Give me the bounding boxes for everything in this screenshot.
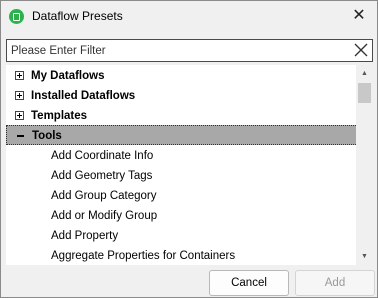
- close-button[interactable]: ✕: [347, 5, 371, 27]
- tree-item-label: Aggregate Properties for Containers: [51, 250, 236, 262]
- tree-group-label: Installed Dataflows: [31, 90, 136, 102]
- collapse-minus-icon[interactable]: [16, 131, 25, 140]
- dataflow-presets-dialog: Dataflow Presets ✕ My Dataflows Installe…: [0, 0, 378, 298]
- tree-item[interactable]: Add or Modify Group: [6, 206, 358, 226]
- scroll-thumb[interactable]: [358, 83, 371, 103]
- scroll-up-arrow-icon[interactable]: ▲: [356, 65, 373, 82]
- tree-group-templates[interactable]: Templates: [6, 106, 358, 126]
- title-bar: Dataflow Presets ✕: [1, 1, 377, 33]
- tree-group-tools[interactable]: Tools: [6, 125, 358, 145]
- filter-input[interactable]: [11, 42, 341, 59]
- clear-filter-icon[interactable]: [353, 42, 369, 58]
- vertical-scrollbar[interactable]: ▲ ▼: [356, 65, 373, 265]
- tree-group-label: Tools: [32, 130, 62, 142]
- tree-item[interactable]: Add Property: [6, 226, 358, 246]
- presets-tree[interactable]: My Dataflows Installed Dataflows Templat…: [6, 65, 373, 265]
- expand-plus-icon[interactable]: [15, 91, 24, 100]
- tree-group-my-dataflows[interactable]: My Dataflows: [6, 66, 358, 86]
- scroll-down-arrow-icon[interactable]: ▼: [356, 248, 373, 265]
- expand-plus-icon[interactable]: [15, 71, 24, 80]
- tree-item[interactable]: Add Geometry Tags: [6, 166, 358, 186]
- expand-plus-icon[interactable]: [15, 111, 24, 120]
- tree-group-installed-dataflows[interactable]: Installed Dataflows: [6, 86, 358, 106]
- tree-item[interactable]: Aggregate Properties for Containers: [6, 246, 358, 265]
- add-button[interactable]: Add: [295, 270, 375, 296]
- tree-item[interactable]: Add Coordinate Info: [6, 146, 358, 166]
- tree-item[interactable]: Add Group Category: [6, 186, 358, 206]
- tree-item-label: Add Geometry Tags: [51, 170, 153, 182]
- tree-group-label: Templates: [31, 110, 88, 122]
- dataflow-app-icon: [9, 9, 24, 24]
- tree-item-label: Add or Modify Group: [51, 210, 158, 222]
- cancel-button[interactable]: Cancel: [209, 270, 289, 296]
- tree-item-label: Add Coordinate Info: [51, 150, 154, 162]
- tree-item-label: Add Group Category: [51, 190, 157, 202]
- tree-group-label: My Dataflows: [31, 70, 105, 82]
- tree-item-label: Add Property: [51, 230, 119, 242]
- filter-box: [6, 39, 373, 62]
- window-title: Dataflow Presets: [32, 9, 123, 23]
